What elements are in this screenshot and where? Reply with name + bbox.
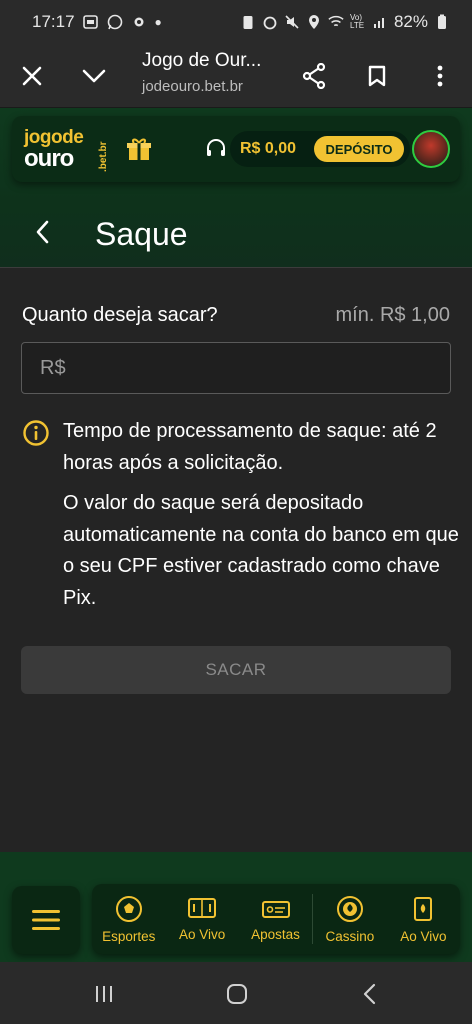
nav-cassino-ao-vivo[interactable]: Ao Vivo [387, 884, 460, 954]
status-bar: 17:17 ● Vo) LTE 82% [0, 0, 472, 44]
live-field-icon [188, 897, 217, 918]
close-tab-button[interactable] [12, 56, 52, 96]
system-navigation-bar [0, 962, 472, 1024]
page: 17:17 ● Vo) LTE 82% Jogo de Our... jodeo… [0, 0, 472, 1024]
amount-input[interactable] [21, 342, 451, 394]
location-icon [306, 14, 322, 30]
soccer-ball-icon [115, 895, 142, 922]
status-time: 17:17 [32, 12, 75, 31]
more-options-button[interactable] [420, 56, 460, 96]
gallery-icon [83, 14, 99, 30]
mute-icon [284, 14, 300, 30]
dot-icon: ● [154, 15, 162, 29]
page-title: Saque [95, 216, 188, 252]
whatsapp-icon [107, 14, 123, 30]
battery-icon [434, 14, 450, 30]
site-logo[interactable]: jogode ouro .bet.br [24, 128, 109, 173]
nav-label-apostas: Apostas [251, 926, 300, 942]
page-title-row: Saque [0, 196, 472, 268]
info-processing-time: Tempo de processamento de saque: até 2 h… [63, 420, 437, 474]
withdraw-button[interactable]: SACAR [21, 646, 451, 694]
balance-amount: R$ 0,00 [240, 140, 297, 157]
minimize-button[interactable] [74, 56, 114, 96]
info-icon [22, 419, 50, 447]
playing-card-icon [414, 896, 433, 921]
amount-question: Quanto deseja sacar? [22, 304, 218, 326]
nav-ao-vivo[interactable]: Ao Vivo [165, 884, 238, 954]
browser-toolbar: Jogo de Our... jodeouro.bet.br [0, 44, 472, 108]
recent-apps-icon [96, 986, 112, 1002]
chevron-left-icon [36, 220, 49, 244]
balance-pill[interactable]: R$ 0,00 DEPÓSITO [230, 131, 410, 167]
hamburger-menu-icon [32, 910, 60, 930]
back-arrow-icon [363, 983, 376, 1005]
browser-url: jodeouro.bet.br [142, 78, 243, 95]
battery-saver-icon [240, 14, 256, 30]
browser-title-area[interactable]: Jogo de Our... jodeouro.bet.br [142, 50, 292, 95]
bookmark-icon [368, 65, 386, 87]
user-avatar[interactable] [412, 130, 450, 168]
bottom-nav: Esportes Ao Vivo Apostas Cassino Ao Vivo [92, 884, 460, 954]
nav-label-esportes: Esportes [102, 928, 156, 944]
nav-apostas[interactable]: Apostas [239, 884, 312, 954]
recent-apps-button[interactable] [92, 982, 116, 1006]
home-icon [227, 984, 247, 1004]
bookmark-button[interactable] [357, 56, 397, 96]
wifi-icon [328, 14, 344, 30]
nav-label-cassino: Cassino [325, 928, 375, 944]
browser-page-title: Jogo de Our... [142, 50, 262, 71]
casino-chip-icon [336, 895, 363, 922]
menu-button[interactable] [12, 886, 80, 954]
alarm-icon [262, 14, 278, 30]
nav-label-cassino-ao-vivo: Ao Vivo [400, 928, 447, 944]
nav-label-ao-vivo: Ao Vivo [178, 926, 226, 942]
nav-esportes[interactable]: Esportes [92, 884, 165, 954]
settings-gear-icon [131, 14, 147, 30]
logo-line2: ouro [24, 145, 74, 172]
back-button[interactable] [34, 218, 58, 248]
logo-tag: .bet.br [98, 141, 109, 172]
close-icon [22, 66, 42, 86]
share-button[interactable] [294, 56, 334, 96]
gift-icon [127, 138, 151, 160]
system-back-button[interactable] [358, 982, 382, 1006]
gift-button[interactable] [126, 136, 152, 162]
share-icon [302, 63, 326, 89]
battery-percent: 82% [393, 12, 428, 31]
info-pix-details: O valor do saque será depositado automat… [63, 492, 459, 609]
site-header: jogode ouro .bet.br R$ 0,00 DEPÓSITO [12, 116, 460, 182]
more-vertical-icon [437, 65, 443, 87]
minimum-amount: mín. R$ 1,00 [335, 304, 450, 326]
chevron-down-icon [82, 69, 106, 83]
info-message: Tempo de processamento de saque: até 2 h… [63, 416, 459, 614]
support-button[interactable] [205, 138, 229, 162]
signal-icon [372, 14, 388, 30]
withdraw-form: Quanto deseja sacar? mín. R$ 1,00 Tempo … [0, 268, 472, 852]
network-type: Vo) LTE [349, 13, 365, 30]
nav-cassino[interactable]: Cassino [313, 884, 386, 954]
home-button[interactable] [225, 982, 249, 1006]
headset-icon [207, 139, 225, 156]
ticket-icon [261, 900, 290, 918]
deposit-button[interactable]: DEPÓSITO [314, 136, 404, 162]
